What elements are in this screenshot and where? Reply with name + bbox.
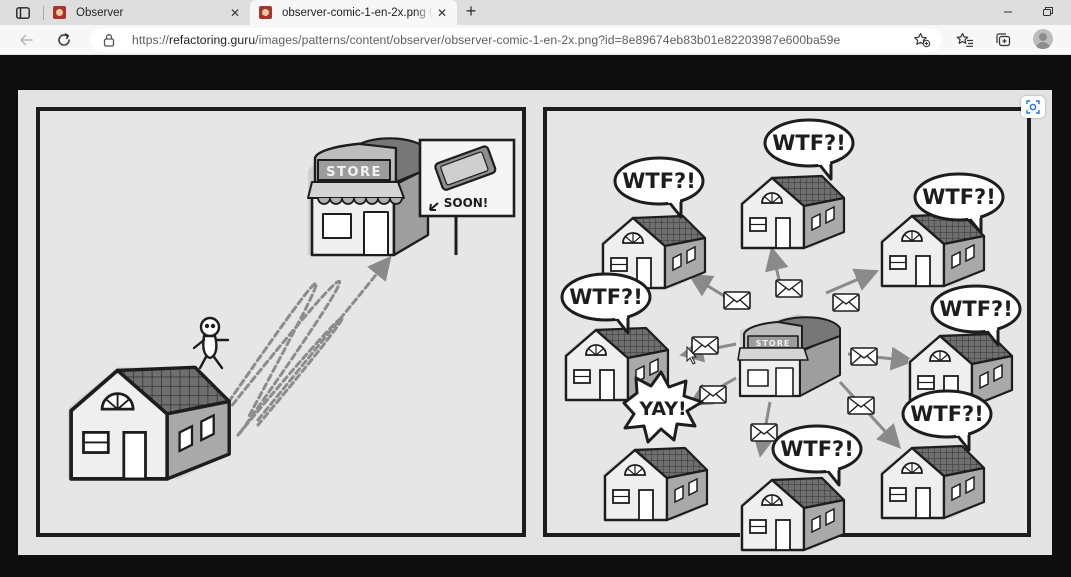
url-path: /images/patterns/content/observer/observ… (255, 33, 841, 47)
comic-image: STORE SOON! STORE WTF?! WTF?! WTF?! WTF?… (18, 90, 1052, 555)
center-store-sign: STORE (756, 339, 791, 348)
envelope-icon (850, 347, 878, 366)
favorites-icon[interactable] (955, 31, 975, 49)
envelope-icon (723, 291, 751, 310)
bubble-text: WTF?! (622, 169, 696, 193)
bubble-text: WTF?! (910, 402, 984, 426)
close-icon[interactable]: ✕ (226, 6, 244, 20)
bubble-text: WTF?! (780, 437, 854, 461)
store-building (307, 137, 432, 257)
url-host: refactoring.guru (168, 33, 256, 47)
address-bar[interactable]: https://refactoring.guru/images/patterns… (90, 28, 942, 52)
browser-toolbar: https://refactoring.guru/images/patterns… (0, 25, 1071, 55)
collections-icon[interactable] (993, 31, 1013, 49)
minimize-icon[interactable] (997, 4, 1019, 20)
profile-avatar-icon[interactable] (1033, 29, 1053, 49)
new-tab-button[interactable]: + (460, 1, 482, 23)
bubble-text: WTF?! (939, 297, 1013, 321)
tab-actions-icon[interactable] (10, 3, 36, 23)
restore-icon[interactable] (1036, 4, 1058, 20)
favicon-icon (53, 6, 66, 19)
store-sign: STORE (326, 165, 382, 180)
tab-title: observer-comic-1-en-2x.png (1280 (282, 6, 433, 19)
star-plus-icon[interactable] (912, 31, 932, 49)
envelope-icon (775, 279, 803, 298)
envelope-icon (699, 385, 727, 404)
lock-icon[interactable] (103, 33, 115, 52)
bubble-text: YAY! (638, 398, 686, 420)
tab-title: Observer (76, 6, 124, 19)
tab-observer[interactable]: Observer ✕ (44, 0, 250, 25)
tab-strip: Observer ✕ observer-comic-1-en-2x.png (1… (0, 0, 1071, 25)
refresh-icon[interactable] (54, 31, 74, 49)
visual-search-icon[interactable] (1021, 96, 1045, 118)
image-viewport: STORE SOON! STORE WTF?! WTF?! WTF?! WTF?… (0, 56, 1071, 577)
bubble-text: WTF?! (772, 131, 846, 155)
bubble-text: WTF?! (569, 285, 643, 309)
observer-comic-illustration: STORE SOON! STORE WTF?! WTF?! WTF?! WTF?… (36, 107, 1031, 552)
envelope-icon (847, 396, 875, 415)
tab-observer-comic-image[interactable]: observer-comic-1-en-2x.png (1280 ✕ (250, 0, 457, 25)
billboard-text: SOON! (444, 196, 489, 210)
envelope-icon (691, 336, 719, 355)
back-arrow-icon[interactable] (16, 31, 36, 49)
close-icon[interactable]: ✕ (433, 6, 451, 20)
favicon-icon (259, 6, 272, 19)
center-store (737, 314, 841, 398)
bubble-text: WTF?! (922, 185, 996, 209)
url-text: https://refactoring.guru/images/patterns… (132, 33, 840, 47)
url-scheme: https:// (132, 33, 169, 47)
envelope-icon (750, 423, 778, 442)
envelope-icon (832, 293, 860, 312)
